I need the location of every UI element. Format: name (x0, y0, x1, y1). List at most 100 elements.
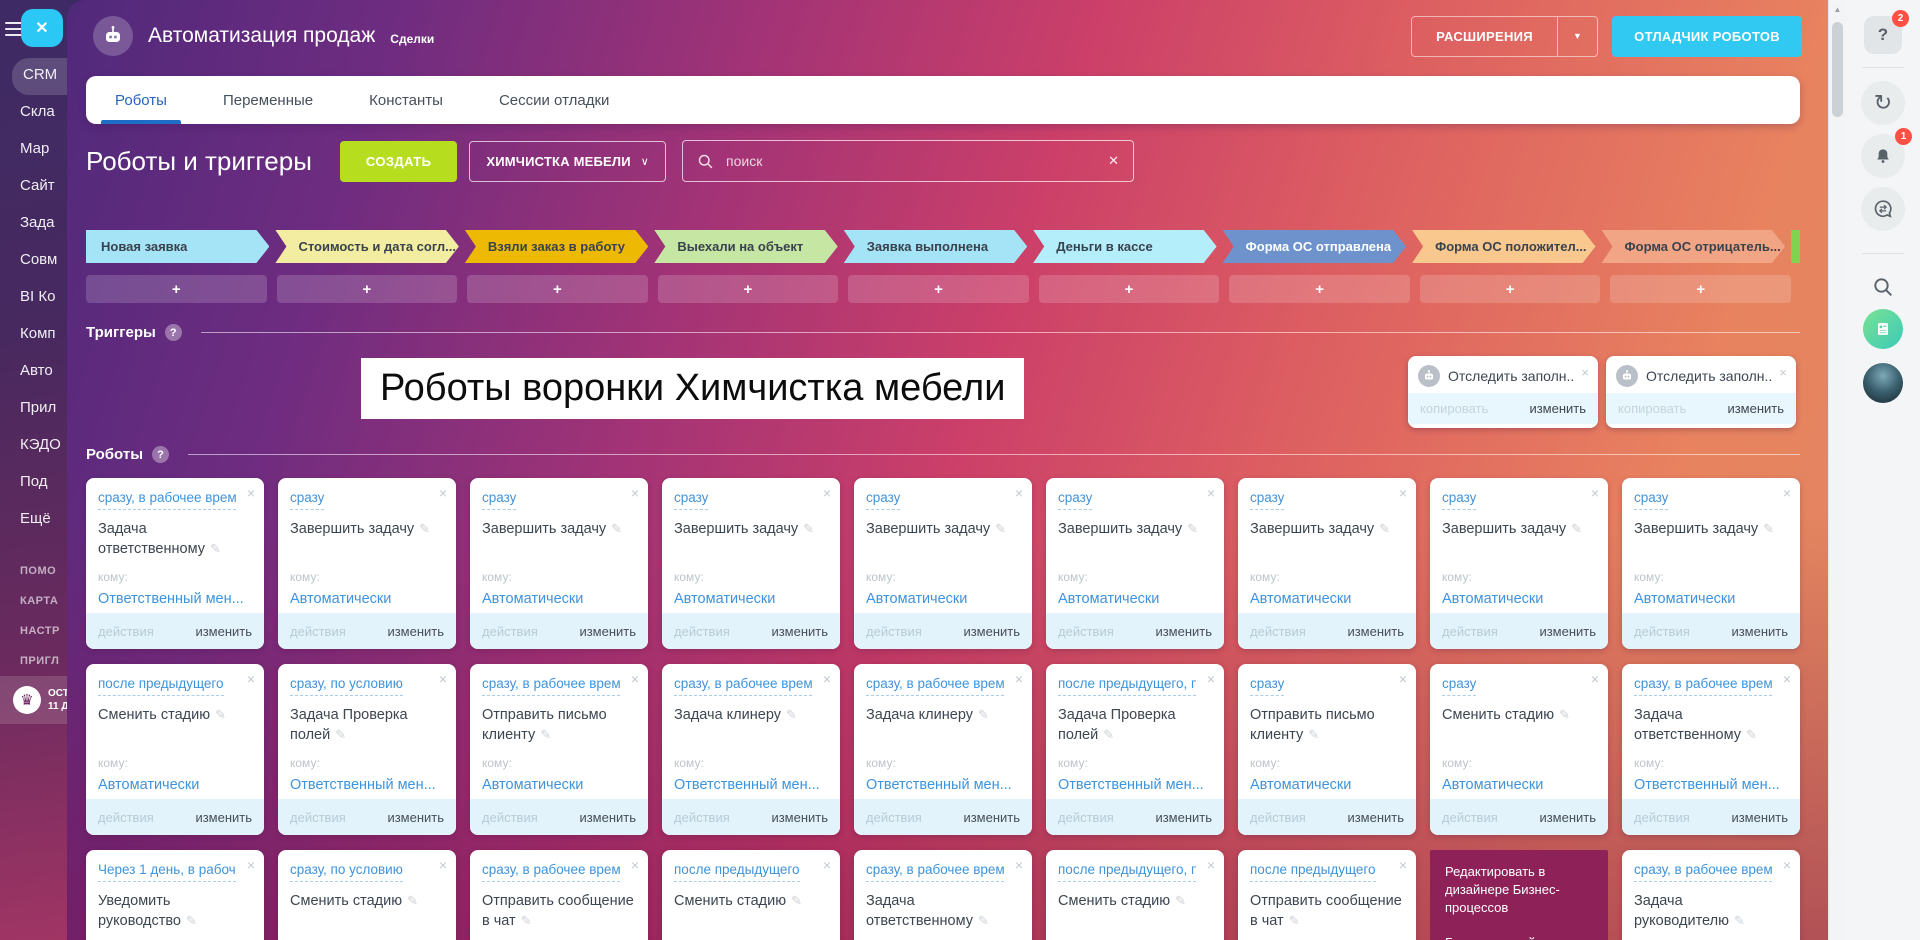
bitrix-logo[interactable]: ✕ (21, 9, 63, 47)
robot-actions-button[interactable]: действия (98, 624, 154, 639)
robot-schedule-link[interactable]: сразу (1250, 674, 1284, 696)
edit-pencil-icon[interactable]: ✎ (1289, 913, 1300, 928)
tab-robots[interactable]: Роботы (98, 76, 184, 124)
extensions-button[interactable]: РАСШИРЕНИЯ ▼ (1411, 16, 1598, 57)
robot-actions-button[interactable]: действия (98, 810, 154, 825)
robot-assignee-link[interactable]: Автоматически (1442, 777, 1596, 793)
edit-pencil-icon[interactable]: ✎ (521, 913, 532, 928)
edit-pencil-icon[interactable]: ✎ (215, 707, 226, 722)
tab-constants[interactable]: Константы (352, 76, 460, 124)
robot-assignee-link[interactable]: Автоматически (1250, 591, 1404, 607)
robot-assignee-link[interactable]: Ответственный мен... (866, 777, 1020, 793)
sidebar-footer-item[interactable]: ПОМО (0, 556, 67, 586)
edit-pencil-icon[interactable]: ✎ (419, 521, 430, 536)
sidebar-item[interactable]: Комп (0, 317, 67, 354)
close-icon[interactable]: × (247, 671, 255, 687)
close-icon[interactable]: × (1399, 857, 1407, 873)
robot-actions-button[interactable]: действия (482, 624, 538, 639)
robot-schedule-link[interactable]: сразу, в рабочее время (866, 860, 1004, 882)
close-icon[interactable]: × (1207, 485, 1215, 501)
edit-pencil-icon[interactable]: ✎ (540, 727, 551, 742)
robot-actions-button[interactable]: действия (866, 624, 922, 639)
robot-edit-button[interactable]: изменить (195, 810, 252, 825)
robot-actions-button[interactable]: действия (1250, 810, 1306, 825)
robot-schedule-link[interactable]: сразу, в рабочее время (866, 674, 1004, 696)
edit-pencil-icon[interactable]: ✎ (1103, 727, 1114, 742)
robot-edit-button[interactable]: изменить (1731, 810, 1788, 825)
news-feed-button[interactable] (1863, 309, 1903, 349)
edit-pencil-icon[interactable]: ✎ (407, 893, 418, 908)
robot-schedule-link[interactable]: сразу, в рабочее время (1634, 674, 1772, 696)
sidebar-item[interactable]: Скла (0, 95, 67, 132)
robot-schedule-link[interactable]: сразу, по условию (290, 860, 403, 882)
close-icon[interactable]: × (1779, 365, 1787, 380)
scroll-up-arrow[interactable]: ▲ (1829, 0, 1846, 18)
robot-schedule-link[interactable]: после предыдущего (1250, 860, 1376, 882)
close-icon[interactable]: × (1015, 857, 1023, 873)
edit-pencil-icon[interactable]: ✎ (335, 727, 346, 742)
help-question-icon[interactable]: ? (165, 324, 182, 341)
edit-pencil-icon[interactable]: ✎ (978, 913, 989, 928)
close-icon[interactable]: × (1783, 857, 1791, 873)
funnel-stage[interactable]: Взяли заказ в работу (465, 230, 648, 263)
robot-assignee-link[interactable]: Автоматически (1250, 777, 1404, 793)
trigger-edit-button[interactable]: изменить (1727, 401, 1784, 416)
edit-pencil-icon[interactable]: ✎ (995, 521, 1006, 536)
robot-schedule-link[interactable]: сразу (1058, 488, 1092, 510)
close-icon[interactable]: × (1015, 671, 1023, 687)
close-icon[interactable]: × (1783, 485, 1791, 501)
close-icon[interactable]: × (823, 485, 831, 501)
subscription-badge[interactable]: ♛ ОСТ 11 Д (0, 676, 67, 724)
robot-edit-button[interactable]: изменить (1347, 624, 1404, 639)
robot-edit-button[interactable]: изменить (963, 810, 1020, 825)
tab-variables[interactable]: Переменные (206, 76, 330, 124)
robot-schedule-link[interactable]: сразу, по условию (290, 674, 403, 696)
robot-assignee-link[interactable]: Ответственный мен... (1058, 777, 1212, 793)
sidebar-item[interactable]: Зада (0, 206, 67, 243)
robot-schedule-link[interactable]: сразу (1634, 488, 1668, 510)
robot-actions-button[interactable]: действия (1250, 624, 1306, 639)
robot-actions-button[interactable]: действия (482, 810, 538, 825)
menu-item[interactable]: Редактировать в дизайнере Бизнес-процесс… (1445, 863, 1593, 918)
robot-edit-button[interactable]: изменить (387, 810, 444, 825)
robot-edit-button[interactable]: изменить (387, 624, 444, 639)
close-icon[interactable]: × (1783, 671, 1791, 687)
sidebar-item[interactable]: Прил (0, 391, 67, 428)
edit-pencil-icon[interactable]: ✎ (1571, 521, 1582, 536)
robot-schedule-link[interactable]: сразу, в рабочее время (674, 674, 812, 696)
robot-actions-button[interactable]: действия (1634, 624, 1690, 639)
robot-schedule-link[interactable]: сразу, в рабочее время (482, 860, 620, 882)
robot-edit-button[interactable]: изменить (1539, 810, 1596, 825)
close-icon[interactable]: × (1591, 485, 1599, 501)
user-avatar[interactable] (1863, 363, 1903, 403)
close-icon[interactable]: × (1399, 671, 1407, 687)
add-robot-button[interactable]: + (277, 275, 458, 303)
robot-actions-button[interactable]: действия (290, 624, 346, 639)
robot-schedule-link[interactable]: сразу (290, 488, 324, 510)
edit-pencil-icon[interactable]: ✎ (1559, 707, 1570, 722)
robot-edit-button[interactable]: изменить (1155, 810, 1212, 825)
notifications-button[interactable]: 1 (1861, 134, 1905, 178)
robot-edit-button[interactable]: изменить (579, 810, 636, 825)
close-icon[interactable]: × (631, 857, 639, 873)
sidebar-item[interactable]: CRM (12, 58, 67, 95)
sidebar-item[interactable]: Под (0, 465, 67, 502)
sidebar-footer-item[interactable]: ПРИГЛ (0, 646, 67, 676)
close-icon[interactable]: × (631, 671, 639, 687)
tab-debug-sessions[interactable]: Сессии отладки (482, 76, 626, 124)
edit-pencil-icon[interactable]: ✎ (791, 893, 802, 908)
add-robot-button[interactable]: + (467, 275, 648, 303)
robot-edit-button[interactable]: изменить (579, 624, 636, 639)
sidebar-item[interactable]: Мар (0, 132, 67, 169)
robot-assignee-link[interactable]: Автоматически (98, 777, 252, 793)
edit-pencil-icon[interactable]: ✎ (978, 707, 989, 722)
add-robot-button[interactable]: + (658, 275, 839, 303)
add-robot-button[interactable]: + (1610, 275, 1791, 303)
search-box[interactable]: ✕ (682, 140, 1134, 182)
sidebar-item[interactable]: Совм (0, 243, 67, 280)
robot-schedule-link[interactable]: сразу (1442, 488, 1476, 510)
trigger-copy-button[interactable]: копировать (1420, 401, 1488, 416)
edit-pencil-icon[interactable]: ✎ (1763, 521, 1774, 536)
close-icon[interactable]: × (1581, 365, 1589, 380)
robot-edit-button[interactable]: изменить (771, 810, 828, 825)
